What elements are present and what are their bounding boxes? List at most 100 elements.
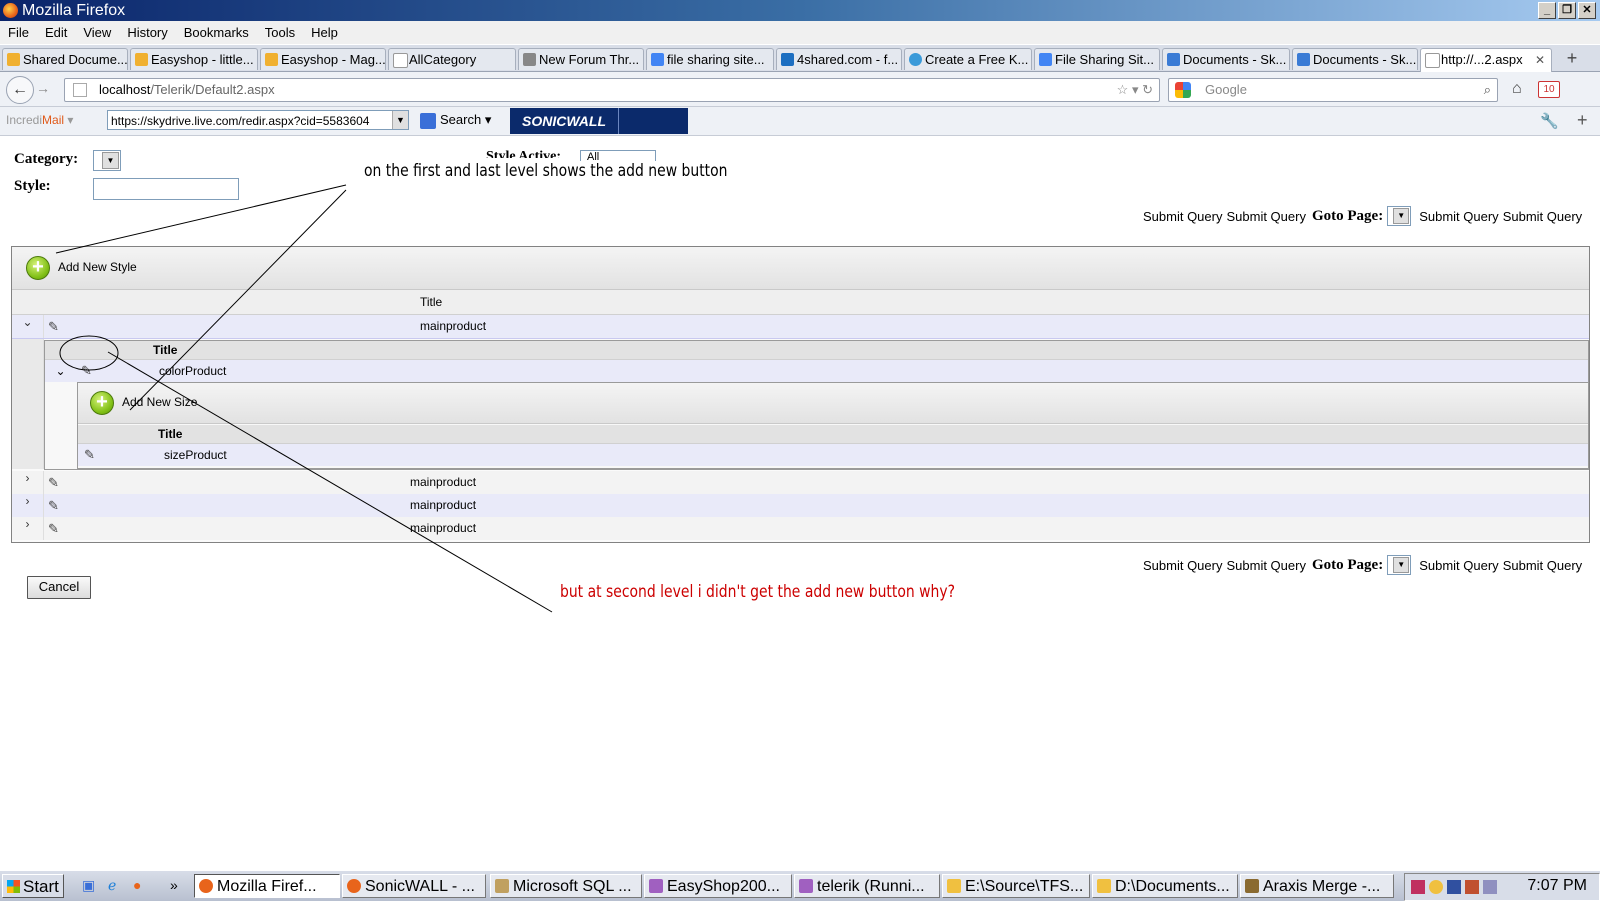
collapse-icon[interactable]: ⌄ [12,315,44,338]
search-box[interactable]: Google ⌕ [1168,78,1498,102]
add-new-style-button[interactable]: Add New Style [58,260,137,274]
column-header-title[interactable]: Title [420,290,442,314]
chevron-down-icon[interactable]: ▼ [392,111,408,129]
quicklaunch-ie-icon[interactable]: ℯ [108,877,116,894]
submit-query-button[interactable]: Submit Query [1419,558,1498,573]
menu-view[interactable]: View [75,25,119,40]
category-select[interactable]: ▼ [93,150,121,171]
chevron-down-icon: ▼ [1393,557,1410,573]
browser-tab[interactable]: AllCategory [388,48,516,70]
volume-icon[interactable] [1465,880,1479,894]
taskbar-item[interactable]: Araxis Merge -... [1240,874,1394,898]
close-tab-icon[interactable]: ✕ [1535,49,1545,71]
menu-history[interactable]: History [119,25,175,40]
tab-favicon-icon [1039,53,1052,66]
addon-badge[interactable]: 10 [1538,81,1560,98]
reload-icon[interactable]: ↻ [1142,82,1153,97]
quicklaunch-more-icon[interactable]: » [170,877,178,893]
browser-tab[interactable]: Shared Docume... [2,48,128,70]
submit-query-button[interactable]: Submit Query [1143,209,1222,224]
taskbar-item[interactable]: D:\Documents... [1092,874,1238,898]
browser-tab[interactable]: 4shared.com - f... [776,48,902,70]
style-active-select[interactable]: All [580,150,656,161]
sonicwall-toolbar[interactable]: SONICWALLNetwork Se [510,108,688,155]
add-icon[interactable]: + [26,256,50,280]
add-new-size-button[interactable]: Add New Size [122,395,197,409]
browser-tab[interactable]: Easyshop - Mag... [260,48,386,70]
add-icon[interactable]: + [90,391,114,415]
expand-icon[interactable]: › [12,471,44,494]
window-title: Mozilla Firefox [22,2,126,19]
cancel-button[interactable]: Cancel [27,576,91,599]
quicklaunch-desktop-icon[interactable]: ▣ [82,877,95,894]
style-input[interactable] [93,178,239,200]
submit-query-button[interactable]: Submit Query [1419,209,1498,224]
edit-pencil-icon[interactable]: ✎ [81,363,92,379]
tray-app-icon[interactable] [1483,880,1497,894]
menu-file[interactable]: File [0,25,37,40]
taskbar-item[interactable]: telerik (Runni... [794,874,940,898]
quicklaunch-firefox-icon[interactable]: ● [133,877,141,893]
browser-tab-active[interactable]: http://...2.aspx ✕ [1420,48,1552,72]
browser-tab[interactable]: Create a Free K... [904,48,1032,70]
wrench-icon[interactable]: 🔧 [1540,112,1559,130]
start-button[interactable]: Start [2,874,64,898]
edit-pencil-icon[interactable]: ✎ [84,447,95,463]
home-icon[interactable]: ⌂ [1512,80,1522,98]
url-dropdown-icon[interactable]: ▾ [1132,82,1139,97]
collapse-icon[interactable]: ⌄ [45,360,76,382]
folder-icon [947,879,961,893]
expand-icon[interactable]: › [12,517,44,540]
minimize-button[interactable]: _ [1538,2,1556,19]
network-icon[interactable] [1447,880,1461,894]
taskbar-item[interactable]: SonicWALL - ... [342,874,486,898]
url-bar[interactable]: localhost/Telerik/Default2.aspx ☆ ▾ ↻ [64,78,1160,102]
incredimail-button[interactable]: IncrediMail ▾ [6,113,73,127]
browser-tab[interactable]: Documents - Sk... [1162,48,1290,70]
edit-pencil-icon[interactable]: ✎ [48,475,59,491]
expand-icon[interactable]: › [12,494,44,517]
close-window-button[interactable]: ✕ [1578,2,1596,19]
level2-column-header-title[interactable]: Title [153,341,177,359]
menu-bookmarks[interactable]: Bookmarks [176,25,257,40]
menu-tools[interactable]: Tools [257,25,303,40]
folder-icon [1097,879,1111,893]
tray-app-icon[interactable] [1429,880,1443,894]
browser-tab[interactable]: New Forum Thr... [518,48,644,70]
search-icon[interactable]: ⌕ [1484,79,1491,101]
forward-button[interactable]: → [36,80,50,96]
firefox-logo-icon [3,3,18,18]
taskbar-item[interactable]: Microsoft SQL ... [490,874,642,898]
sonicwall-logo: SONICWALL [510,108,619,134]
goto-page-select[interactable]: ▼ [1387,555,1412,575]
restore-button[interactable]: ❐ [1558,2,1576,19]
master-grid: + Add New Style Title ⌄ ✎ mainproduct Ti… [11,246,1590,543]
browser-tab[interactable]: File Sharing Sit... [1034,48,1160,70]
submit-query-button[interactable]: Submit Query [1226,209,1305,224]
edit-pencil-icon[interactable]: ✎ [48,319,59,335]
add-toolbar-button[interactable]: + [1577,110,1588,131]
taskbar-item[interactable]: E:\Source\TFS... [942,874,1090,898]
submit-query-button[interactable]: Submit Query [1143,558,1222,573]
taskbar-item[interactable]: Mozilla Firef... [194,874,340,898]
menu-edit[interactable]: Edit [37,25,75,40]
incredimail-label-b: Mail [42,113,65,127]
redir-url-select[interactable]: https://skydrive.live.com/redir.aspx?cid… [107,110,409,130]
browser-tab[interactable]: file sharing site... [646,48,774,70]
browser-tab[interactable]: Easyshop - little... [130,48,258,70]
new-tab-button[interactable]: + [1560,48,1584,68]
back-button[interactable]: ← [6,76,34,104]
browser-tab[interactable]: Documents - Sk... [1292,48,1418,70]
edit-pencil-icon[interactable]: ✎ [48,498,59,514]
level3-column-header-title[interactable]: Title [158,425,182,443]
menu-help[interactable]: Help [303,25,346,40]
taskbar-item[interactable]: EasyShop200... [644,874,792,898]
submit-query-button[interactable]: Submit Query [1503,558,1582,573]
submit-query-button[interactable]: Submit Query [1503,209,1582,224]
submit-query-button[interactable]: Submit Query [1226,558,1305,573]
goto-page-select[interactable]: ▼ [1387,206,1412,226]
tray-app-icon[interactable] [1411,880,1425,894]
edit-pencil-icon[interactable]: ✎ [48,521,59,537]
toolbar-search-button[interactable]: Search ▾ [420,112,491,129]
bookmark-star-icon[interactable]: ☆ [1117,82,1129,97]
